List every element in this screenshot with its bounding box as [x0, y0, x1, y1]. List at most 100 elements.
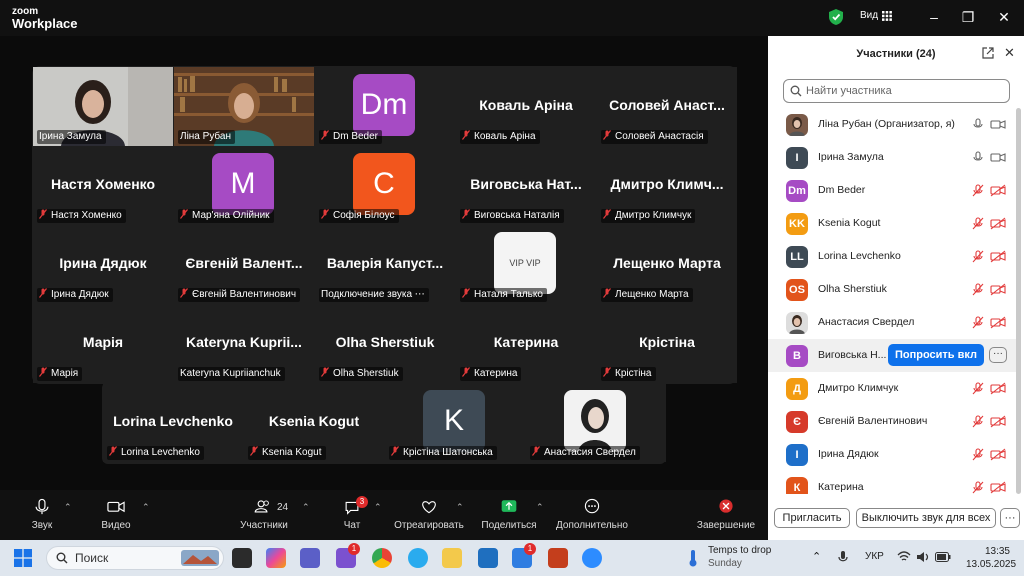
- video-tile[interactable]: Ірина Замула: [33, 67, 173, 146]
- video-tile[interactable]: Настя Хоменко Настя Хоменко: [33, 146, 173, 225]
- row-more-button[interactable]: ···: [989, 347, 1007, 363]
- participants-button[interactable]: Участники: [236, 490, 292, 540]
- share-button[interactable]: Поделиться: [480, 490, 538, 540]
- video-tile[interactable]: Дмитро Климч... Дмитро Климчук: [597, 146, 737, 225]
- participant-row[interactable]: OS Olha Sherstiuk: [768, 273, 1016, 306]
- file-explorer-icon[interactable]: [442, 548, 462, 568]
- react-button[interactable]: Отреагировать: [392, 490, 466, 540]
- video-tile[interactable]: Євгеній Валент... Євгеній Валентинович: [174, 225, 314, 304]
- security-shield-icon[interactable]: [828, 8, 844, 26]
- video-tile[interactable]: Kateryna Kuprii... Kateryna Kupriianchuk: [174, 304, 314, 383]
- invite-button[interactable]: Пригласить: [774, 508, 850, 528]
- panel-close-icon[interactable]: ✕: [1004, 45, 1015, 61]
- participant-row[interactable]: Анастасия Свердел: [768, 306, 1016, 339]
- mic-on-icon[interactable]: [972, 118, 984, 131]
- video-button[interactable]: Видео: [96, 490, 136, 540]
- close-window-icon[interactable]: ✕: [994, 8, 1014, 26]
- participants-caret-icon[interactable]: ⌃: [302, 502, 310, 513]
- video-tile[interactable]: Olha Sherstiuk Olha Sherstiuk: [315, 304, 455, 383]
- share-caret-icon[interactable]: ⌃: [536, 502, 544, 513]
- participant-row[interactable]: Є Євгеній Валентинович: [768, 405, 1016, 438]
- video-tile[interactable]: Lorina Levchenko Lorina Levchenko: [103, 383, 243, 462]
- view-menu-label[interactable]: Вид: [860, 10, 878, 21]
- mic-muted-icon[interactable]: [972, 250, 984, 263]
- video-tile[interactable]: VIP VIP Наталя Талько: [456, 225, 596, 304]
- mic-muted-icon[interactable]: [972, 382, 984, 395]
- copilot-icon[interactable]: [266, 548, 286, 568]
- participant-list-scrollbar[interactable]: [1016, 108, 1021, 494]
- video-tile[interactable]: Марія Марія: [33, 304, 173, 383]
- zoom-taskbar-icon[interactable]: [582, 548, 602, 568]
- taskbar-search-input[interactable]: Поиск: [46, 546, 224, 570]
- video-tile[interactable]: Виговська Нат... Виговська Наталія: [456, 146, 596, 225]
- store-icon[interactable]: [478, 548, 498, 568]
- audio-button[interactable]: Звук: [24, 490, 60, 540]
- restore-icon[interactable]: ❐: [958, 8, 978, 26]
- video-tile[interactable]: Соловей Анаст... Соловей Анастасія: [597, 67, 737, 146]
- camera-on-icon[interactable]: [990, 118, 1006, 131]
- language-indicator[interactable]: УКР: [865, 551, 884, 562]
- video-tile[interactable]: Dm Dm Beder: [315, 67, 455, 146]
- camera-on-icon[interactable]: [990, 151, 1006, 164]
- video-tile[interactable]: Лещенко Марта Лещенко Марта: [597, 225, 737, 304]
- powerpoint-icon[interactable]: [548, 548, 568, 568]
- participant-row[interactable]: К Катерина: [768, 471, 1016, 494]
- camera-off-icon[interactable]: [990, 316, 1006, 329]
- tray-mic-icon[interactable]: [838, 551, 848, 565]
- video-caret-icon[interactable]: ⌃: [142, 502, 150, 513]
- weather-widget[interactable]: Temps to drop Sunday: [708, 544, 771, 570]
- video-tile[interactable]: Крістіна Крістіна: [597, 304, 737, 383]
- participant-row[interactable]: LL Lorina Levchenko: [768, 240, 1016, 273]
- participant-row[interactable]: KK Ksenia Kogut: [768, 207, 1016, 240]
- video-tile[interactable]: M Мар'яна Олійник: [174, 146, 314, 225]
- mic-muted-icon[interactable]: [972, 481, 984, 494]
- speaker-icon[interactable]: [916, 551, 930, 563]
- tray-chevron-icon[interactable]: ⌃: [812, 550, 821, 563]
- telegram-icon[interactable]: [408, 548, 428, 568]
- panel-more-button[interactable]: ···: [1000, 508, 1020, 528]
- camera-off-icon[interactable]: [990, 250, 1006, 263]
- popout-icon[interactable]: [982, 47, 994, 59]
- minimize-icon[interactable]: –: [924, 8, 944, 26]
- system-clock[interactable]: 13:35 13.05.2025: [966, 545, 1016, 571]
- grid-icon[interactable]: [882, 11, 892, 21]
- ask-unmute-button[interactable]: Попросить вкл: [888, 344, 984, 366]
- mic-muted-icon[interactable]: [972, 316, 984, 329]
- windows-start-icon[interactable]: [14, 549, 32, 567]
- battery-icon[interactable]: [935, 552, 951, 562]
- camera-off-icon[interactable]: [990, 217, 1006, 230]
- video-tile[interactable]: C Софія Білоус: [315, 146, 455, 225]
- participant-row[interactable]: В Виговська Н... Попросить вкл ···: [768, 339, 1016, 372]
- video-tile[interactable]: Валерія Капуст... Подключение звука ⋯: [315, 225, 455, 304]
- participant-row[interactable]: Dm Dm Beder: [768, 174, 1016, 207]
- camera-off-icon[interactable]: [990, 415, 1006, 428]
- more-button[interactable]: Дополнительно: [554, 490, 630, 540]
- camera-off-icon[interactable]: [990, 184, 1006, 197]
- mic-muted-icon[interactable]: [972, 184, 984, 197]
- task-view-icon[interactable]: [232, 548, 252, 568]
- react-caret-icon[interactable]: ⌃: [456, 502, 464, 513]
- participant-row[interactable]: Д Дмитро Климчук: [768, 372, 1016, 405]
- video-tile[interactable]: Коваль Аріна Коваль Аріна: [456, 67, 596, 146]
- teams-icon[interactable]: [300, 548, 320, 568]
- video-tile[interactable]: K Крістіна Шатонська: [385, 383, 525, 462]
- participant-row[interactable]: Ліна Рубан (Организатор, я): [768, 108, 1016, 141]
- audio-caret-icon[interactable]: ⌃: [64, 502, 72, 513]
- video-tile[interactable]: Ksenia Kogut Ksenia Kogut: [244, 383, 384, 462]
- camera-off-icon[interactable]: [990, 448, 1006, 461]
- video-tile[interactable]: Катерина Катерина: [456, 304, 596, 383]
- video-tile[interactable]: Ірина Дядюк Ірина Дядюк: [33, 225, 173, 304]
- chrome-icon[interactable]: [372, 548, 392, 568]
- mute-all-button[interactable]: Выключить звук для всех: [856, 508, 996, 528]
- camera-off-icon[interactable]: [990, 382, 1006, 395]
- end-meeting-button[interactable]: Завершение: [696, 490, 756, 540]
- mic-on-icon[interactable]: [972, 151, 984, 164]
- video-tile[interactable]: Ліна Рубан: [174, 67, 314, 146]
- mic-muted-icon[interactable]: [972, 217, 984, 230]
- mic-muted-icon[interactable]: [972, 283, 984, 296]
- video-tile[interactable]: Анастасия Свердел: [526, 383, 666, 462]
- participant-row[interactable]: І Ірина Замула: [768, 141, 1016, 174]
- chat-caret-icon[interactable]: ⌃: [374, 502, 382, 513]
- mic-muted-icon[interactable]: [972, 448, 984, 461]
- mic-muted-icon[interactable]: [972, 415, 984, 428]
